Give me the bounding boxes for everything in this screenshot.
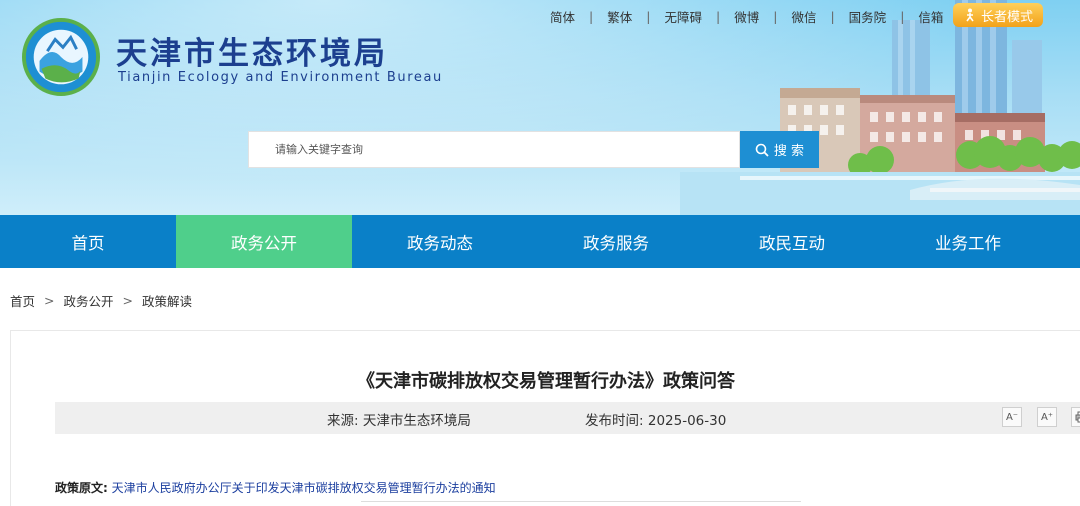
article-source: 来源: 天津市生态环境局	[327, 409, 471, 429]
divider: |	[715, 8, 721, 24]
chevron-right-icon: >	[122, 293, 133, 308]
divider	[361, 501, 801, 502]
logo-emblem-icon[interactable]	[22, 18, 100, 96]
breadcrumb-policy-interpretation[interactable]: 政策解读	[142, 291, 192, 310]
link-wechat[interactable]: 微信	[791, 7, 816, 26]
nav-interaction[interactable]: 政民互动	[704, 215, 880, 268]
source-label: 来源:	[327, 413, 359, 429]
site-subtitle: Tianjin Ecology and Environment Bureau	[118, 70, 443, 85]
search-box	[248, 131, 740, 168]
chevron-right-icon: >	[44, 293, 55, 308]
date-label: 发布时间:	[585, 413, 644, 429]
print-icon[interactable]	[1071, 407, 1080, 427]
divider: |	[830, 8, 835, 24]
elder-mode-label: 长者模式	[980, 9, 1033, 25]
link-weibo[interactable]: 微博	[734, 7, 759, 26]
site-title: 天津市生态环境局	[116, 36, 388, 72]
article-meta-bar: 来源: 天津市生态环境局 发布时间: 2025-06-30 A⁻ A⁺	[55, 402, 1080, 434]
nav-home[interactable]: 首页	[0, 215, 176, 268]
policy-link[interactable]: 天津市人民政府办公厅关于印发天津市碳排放权交易管理暂行办法的通知	[112, 481, 496, 495]
breadcrumb-home[interactable]: 首页	[10, 291, 35, 310]
nav-gov-affairs-open[interactable]: 政务公开	[176, 215, 352, 268]
breadcrumb-gov-affairs-open[interactable]: 政务公开	[64, 291, 114, 310]
link-simplified[interactable]: 简体	[550, 7, 575, 26]
link-state-council[interactable]: 国务院	[849, 7, 887, 26]
header-banner: 天津市生态环境局 Tianjin Ecology and Environment…	[0, 0, 1080, 215]
article-title: 《天津市碳排放权交易管理暂行办法》政策问答	[357, 371, 735, 392]
source-value: 天津市生态环境局	[362, 413, 471, 429]
search-button[interactable]: 搜 索	[740, 131, 819, 168]
main-nav: 首页 政务公开 政务动态 政务服务 政民互动 业务工作	[0, 215, 1080, 268]
city-skyline-illustration	[680, 0, 1080, 215]
printer-glyph	[1075, 411, 1080, 423]
nav-business-work[interactable]: 业务工作	[880, 215, 1056, 268]
nav-gov-services[interactable]: 政务服务	[528, 215, 704, 268]
font-increase-icon[interactable]: A⁺	[1037, 407, 1057, 427]
policy-label: 政策原文:	[55, 481, 108, 495]
divider: |	[646, 8, 651, 24]
top-links: 简体 | 繁体 | 无障碍 | 微博 | 微信 | 国务院 | 信箱	[550, 7, 943, 25]
article-date: 发布时间: 2025-06-30	[585, 409, 726, 429]
elder-mode-icon	[966, 8, 974, 22]
breadcrumb: 首页 > 政务公开 > 政策解读	[10, 291, 192, 310]
link-traditional[interactable]: 繁体	[607, 7, 632, 26]
link-mailbox[interactable]: 信箱	[918, 7, 943, 26]
divider: |	[589, 8, 594, 24]
date-value: 2025-06-30	[647, 413, 727, 429]
article-panel: 《天津市碳排放权交易管理暂行办法》政策问答 来源: 天津市生态环境局 发布时间:…	[10, 330, 1080, 506]
search-icon	[755, 143, 769, 157]
divider: |	[773, 8, 778, 24]
search-button-label: 搜 索	[773, 144, 805, 159]
link-accessibility[interactable]: 无障碍	[664, 7, 702, 26]
search-input[interactable]	[249, 132, 739, 167]
policy-source-line: 政策原文: 天津市人民政府办公厅关于印发天津市碳排放权交易管理暂行办法的通知	[55, 479, 496, 496]
divider: |	[900, 8, 905, 24]
elder-mode-button[interactable]: 长者模式	[953, 3, 1043, 27]
nav-gov-news[interactable]: 政务动态	[352, 215, 528, 268]
font-decrease-icon[interactable]: A⁻	[1002, 407, 1022, 427]
